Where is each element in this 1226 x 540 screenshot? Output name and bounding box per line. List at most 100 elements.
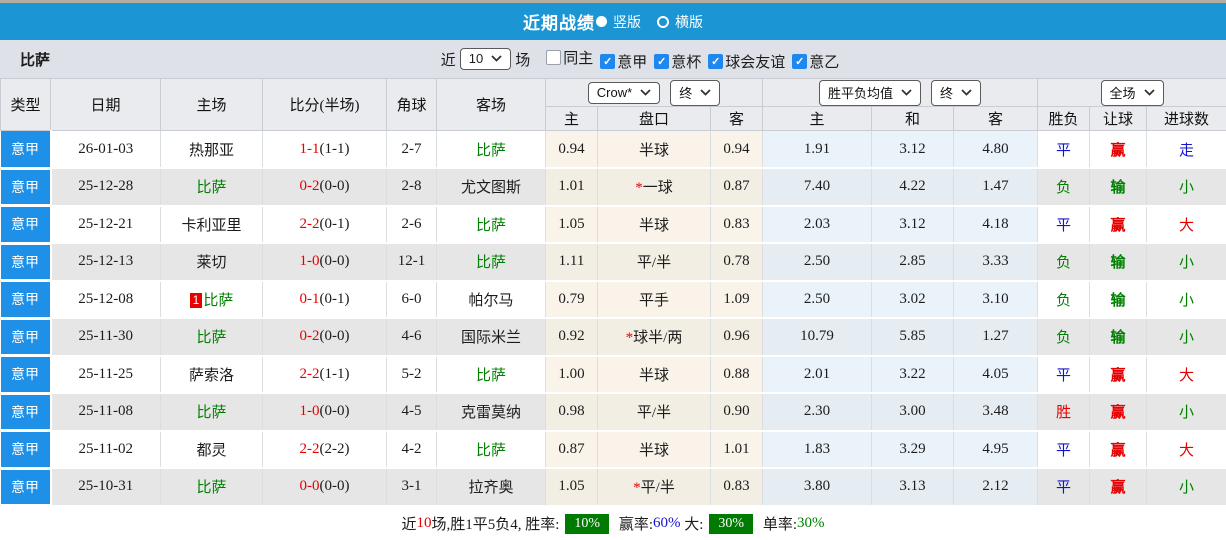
league-cell[interactable]: 意甲 (1, 356, 51, 394)
radio-horizontal-icon[interactable] (657, 16, 669, 28)
league-cell[interactable]: 意甲 (1, 318, 51, 356)
team-link: 比萨 (476, 368, 506, 384)
away-team-cell[interactable]: 尤文图斯 (437, 168, 546, 206)
avg-home-cell: 2.30 (763, 393, 872, 431)
league-cell[interactable]: 意甲 (1, 131, 51, 169)
home-team-cell[interactable]: 比萨 (161, 318, 263, 356)
odds-time-select[interactable]: 终 (670, 80, 720, 106)
radio-vertical-icon[interactable] (596, 16, 607, 27)
result-cell: 负 (1038, 281, 1090, 319)
team-link: 热那亚 (189, 143, 234, 159)
odds-home-cell: 0.79 (546, 281, 598, 319)
avg-type-select[interactable]: 胜平负均值 (819, 80, 921, 106)
away-team-cell[interactable]: 帕尔马 (437, 281, 546, 319)
away-team-cell[interactable]: 国际米兰 (437, 318, 546, 356)
filter-checkbox[interactable]: 同主 (546, 47, 593, 68)
odds-away-cell: 0.87 (711, 168, 763, 206)
full-match-select[interactable]: 全场 (1101, 80, 1164, 106)
handicap-value: 平/半 (641, 480, 675, 496)
home-team-cell[interactable]: 热那亚 (161, 131, 263, 169)
half-time-score: (2-2) (320, 441, 350, 457)
league-cell[interactable]: 意甲 (1, 281, 51, 319)
filter-checkbox[interactable]: 意杯 (654, 51, 701, 72)
checkbox-icon[interactable] (654, 54, 669, 69)
chevron-down-icon (1144, 89, 1155, 96)
match-row: 意甲 25-12-08 1比萨 0-1(0-1) 6-0 帕尔马 0.79 平手… (1, 281, 1226, 319)
corner-cell: 12-1 (387, 243, 437, 281)
full-time-score: 2-2 (300, 216, 320, 232)
away-team-cell[interactable]: 比萨 (437, 431, 546, 469)
avg-away-cell: 3.48 (954, 393, 1038, 431)
home-team-cell[interactable]: 莱切 (161, 243, 263, 281)
league-cell[interactable]: 意甲 (1, 243, 51, 281)
filter-checkbox[interactable]: 意甲 (600, 51, 647, 72)
home-team-cell[interactable]: 萨索洛 (161, 356, 263, 394)
checkbox-icon[interactable] (600, 54, 615, 69)
date-cell: 25-10-31 (51, 468, 161, 506)
date-cell: 25-11-08 (51, 393, 161, 431)
avg-home-cell: 2.03 (763, 206, 872, 244)
league-cell[interactable]: 意甲 (1, 168, 51, 206)
full-time-score: 1-0 (300, 253, 320, 269)
league-cell[interactable]: 意甲 (1, 468, 51, 506)
date-cell: 25-12-08 (51, 281, 161, 319)
team-link: 卡利亚里 (181, 218, 241, 234)
panel-title: 近期战绩 (523, 9, 595, 34)
away-team-cell[interactable]: 拉齐奥 (437, 468, 546, 506)
odds-away-cell: 1.09 (711, 281, 763, 319)
goals-cell: 小 (1147, 318, 1226, 356)
home-team-cell[interactable]: 都灵 (161, 431, 263, 469)
away-team-cell[interactable]: 比萨 (437, 131, 546, 169)
corner-cell: 5-2 (387, 356, 437, 394)
home-team-cell[interactable]: 比萨 (161, 168, 263, 206)
filter-checkbox[interactable]: 意乙 (792, 51, 839, 72)
date-cell: 25-12-21 (51, 206, 161, 244)
half-time-score: (0-1) (320, 216, 350, 232)
away-team-cell[interactable]: 克雷莫纳 (437, 393, 546, 431)
team-link: 克雷莫纳 (461, 405, 521, 421)
avg-home-cell: 3.80 (763, 468, 872, 506)
odds-home-cell: 0.92 (546, 318, 598, 356)
match-row: 意甲 26-01-03 热那亚 1-1(1-1) 2-7 比萨 0.94 半球 … (1, 131, 1226, 169)
handicap-value: 平/半 (637, 255, 671, 271)
league-cell[interactable]: 意甲 (1, 431, 51, 469)
checkbox-icon[interactable] (546, 50, 561, 65)
sub-header-avg-away: 客 (954, 107, 1038, 131)
filter-bar: 比萨 近 10 场 同主 意甲 意杯 球会友谊 意乙 (0, 40, 1226, 78)
chevron-down-icon (640, 89, 651, 96)
avg-time-select[interactable]: 终 (931, 80, 981, 106)
avg-home-cell: 1.83 (763, 431, 872, 469)
half-time-score: (0-0) (320, 328, 350, 344)
checkbox-icon[interactable] (708, 54, 723, 69)
filter-checkbox[interactable]: 球会友谊 (708, 51, 785, 72)
avg-home-cell: 2.50 (763, 243, 872, 281)
home-team-cell[interactable]: 1比萨 (161, 281, 263, 319)
league-cell[interactable]: 意甲 (1, 393, 51, 431)
checkbox-icon[interactable] (792, 54, 807, 69)
score-cell: 0-1(0-1) (263, 281, 387, 319)
away-team-cell[interactable]: 比萨 (437, 206, 546, 244)
home-team-cell[interactable]: 卡利亚里 (161, 206, 263, 244)
summary-prefix: 近 (401, 513, 416, 534)
handicap-cell: 半球 (598, 206, 711, 244)
full-time-score: 0-0 (300, 478, 320, 494)
handicap-cell: *一球 (598, 168, 711, 206)
goals-cell: 大 (1147, 356, 1226, 394)
match-count-select[interactable]: 10 (460, 48, 511, 70)
radio-horizontal-label[interactable]: 横版 (675, 12, 703, 32)
bookmaker-select[interactable]: Crow* (588, 82, 660, 104)
avg-away-cell: 4.80 (954, 131, 1038, 169)
handicap-cell: *球半/两 (598, 318, 711, 356)
full-time-score: 1-0 (300, 403, 320, 419)
odds-away-cell: 0.90 (711, 393, 763, 431)
radio-vertical-label[interactable]: 竖版 (613, 12, 641, 32)
full-time-score: 2-2 (300, 366, 320, 382)
win-odds-value: 60% (653, 515, 681, 532)
chevron-down-icon (961, 89, 972, 96)
half-time-score: (0-0) (320, 403, 350, 419)
away-team-cell[interactable]: 比萨 (437, 356, 546, 394)
away-team-cell[interactable]: 比萨 (437, 243, 546, 281)
league-cell[interactable]: 意甲 (1, 206, 51, 244)
home-team-cell[interactable]: 比萨 (161, 393, 263, 431)
home-team-cell[interactable]: 比萨 (161, 468, 263, 506)
